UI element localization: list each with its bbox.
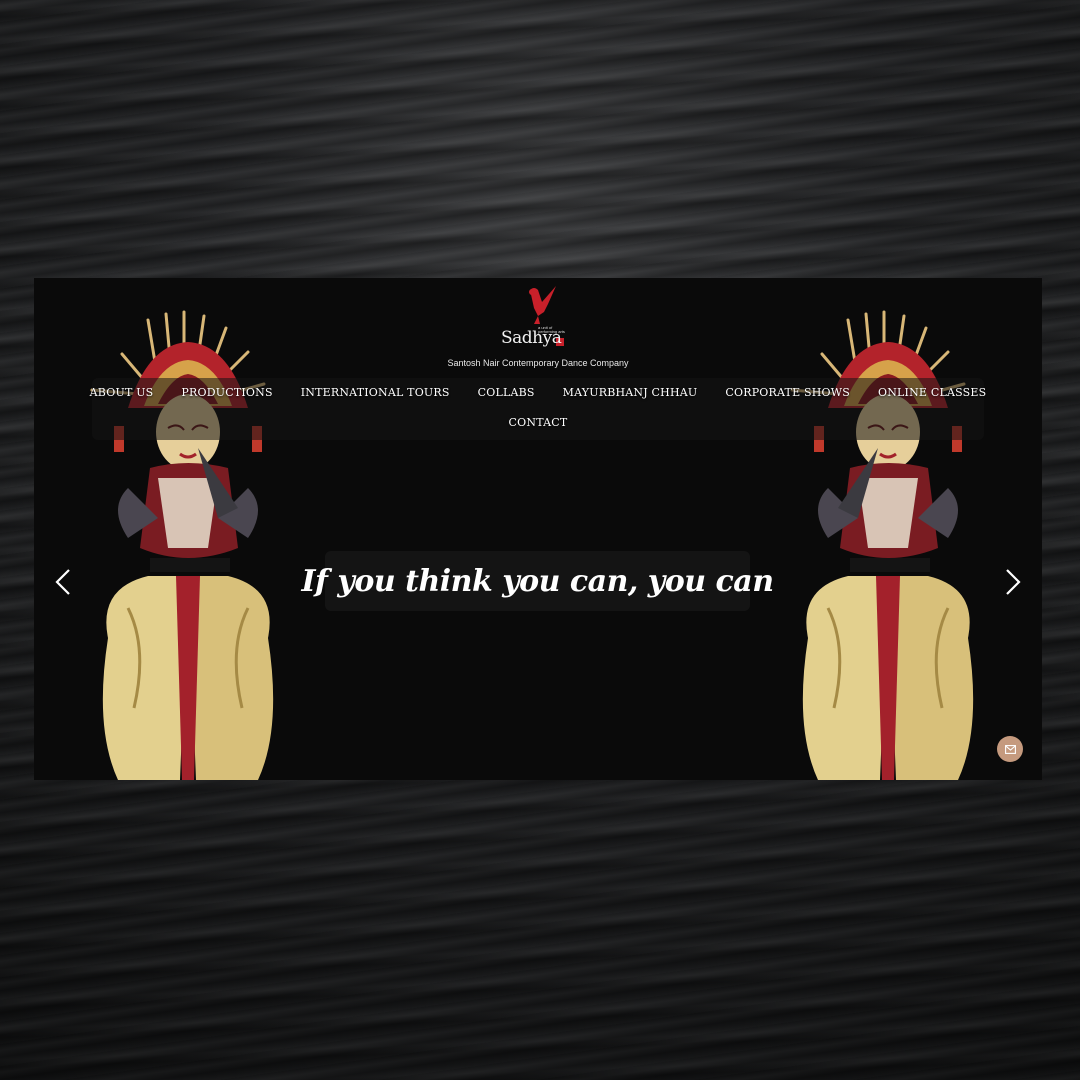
chevron-left-icon — [55, 569, 70, 595]
slider-next-button[interactable] — [1001, 566, 1023, 598]
nav-corporate-shows[interactable]: Corporate Shows — [725, 386, 850, 404]
nav-contact[interactable]: Contact — [509, 416, 568, 434]
contact-mail-button[interactable] — [997, 736, 1023, 762]
hero-quote-box: If you think you can, you can — [302, 551, 774, 611]
company-name: Santosh Nair Contemporary Dance Company — [447, 358, 629, 368]
brand-name: Sadhya — [501, 328, 562, 348]
nav-online-classes[interactable]: Online Classes — [878, 386, 986, 404]
hero-quote: If you think you can, you can — [301, 563, 775, 599]
nav-mayurbhanj-chhau[interactable]: Mayurbhanj Chhau — [563, 386, 698, 404]
nav-productions[interactable]: Productions — [181, 386, 272, 404]
nav-about-us[interactable]: About Us — [90, 386, 154, 404]
nav-collabs[interactable]: Collabs — [478, 386, 535, 404]
envelope-icon — [1004, 744, 1016, 754]
nav-international-tours[interactable]: International Tours — [301, 386, 450, 404]
main-navigation: About Us Productions International Tours… — [90, 378, 986, 440]
slider-prev-button[interactable] — [53, 566, 75, 598]
website-screenshot: a unit of performing arts Sadhya Santosh… — [34, 278, 1042, 780]
chevron-right-icon — [1006, 569, 1021, 595]
